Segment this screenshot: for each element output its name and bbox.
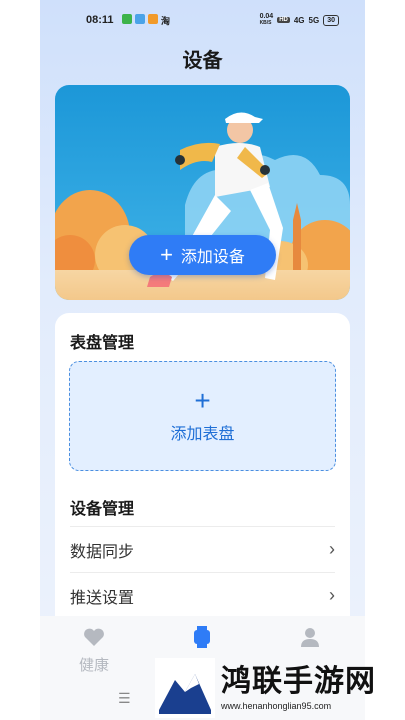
signal-5g-icon: 5G xyxy=(308,15,320,25)
wechat-icon xyxy=(122,13,132,24)
status-app-icons: 淘 xyxy=(122,13,171,27)
chevron-right-icon: › xyxy=(329,585,335,605)
watermark-url: www.henanhonglian95.com xyxy=(221,700,332,711)
device-section-title: 设备管理 xyxy=(70,501,135,518)
battery-icon: 30 xyxy=(323,14,339,26)
status-right: 0.04 KB/S HD 4G 5G 30 xyxy=(260,13,339,27)
photos-icon xyxy=(135,13,145,24)
plus-icon: + xyxy=(194,385,211,416)
page-title: 设备 xyxy=(182,50,223,72)
plus-icon: + xyxy=(160,242,173,267)
taobao-icon: 淘 xyxy=(161,15,171,26)
chevron-right-icon: › xyxy=(329,539,335,559)
heart-icon xyxy=(83,626,105,648)
add-dial-button[interactable]: + 添加表盘 xyxy=(69,361,336,471)
dial-section-title: 表盘管理 xyxy=(70,335,135,352)
status-bar: 08:11 淘 0.04 KB/S HD 4G 5G 30 xyxy=(40,10,365,30)
tab-health[interactable]: 健康 xyxy=(54,626,134,675)
game-icon xyxy=(148,13,158,24)
management-card: 表盘管理 + 添加表盘 设备管理 数据同步 › 推送设置 › xyxy=(55,313,350,643)
tab-label: 健康 xyxy=(78,657,109,674)
tab-mine[interactable] xyxy=(270,626,350,648)
app-screen: 08:11 淘 0.04 KB/S HD 4G 5G 30 设备 + 添加设备 … xyxy=(40,0,365,720)
watermark-logo xyxy=(155,657,215,718)
list-item-push-settings[interactable]: 推送设置 › xyxy=(70,572,335,618)
nav-menu-icon[interactable]: ☰ xyxy=(118,690,131,707)
list-item-label: 数据同步 xyxy=(70,543,135,561)
net-speed: 0.04 KB/S xyxy=(259,13,274,26)
list-item-data-sync[interactable]: 数据同步 › xyxy=(70,526,335,572)
watch-icon xyxy=(193,626,211,648)
list-item-label: 推送设置 xyxy=(70,589,135,607)
watermark-name: 鸿联手游网 xyxy=(221,663,376,699)
add-device-button[interactable]: + 添加设备 xyxy=(129,235,276,275)
hd-icon: HD xyxy=(277,17,290,23)
add-device-label: 添加设备 xyxy=(180,249,245,266)
person-icon xyxy=(300,626,320,648)
add-dial-label: 添加表盘 xyxy=(170,426,235,443)
status-time: 08:11 xyxy=(86,14,114,26)
tab-device[interactable] xyxy=(162,626,242,648)
watermark: 鸿联手游网 www.henanhonglian95.com xyxy=(155,655,405,720)
signal-4g-icon: 4G xyxy=(293,15,305,25)
